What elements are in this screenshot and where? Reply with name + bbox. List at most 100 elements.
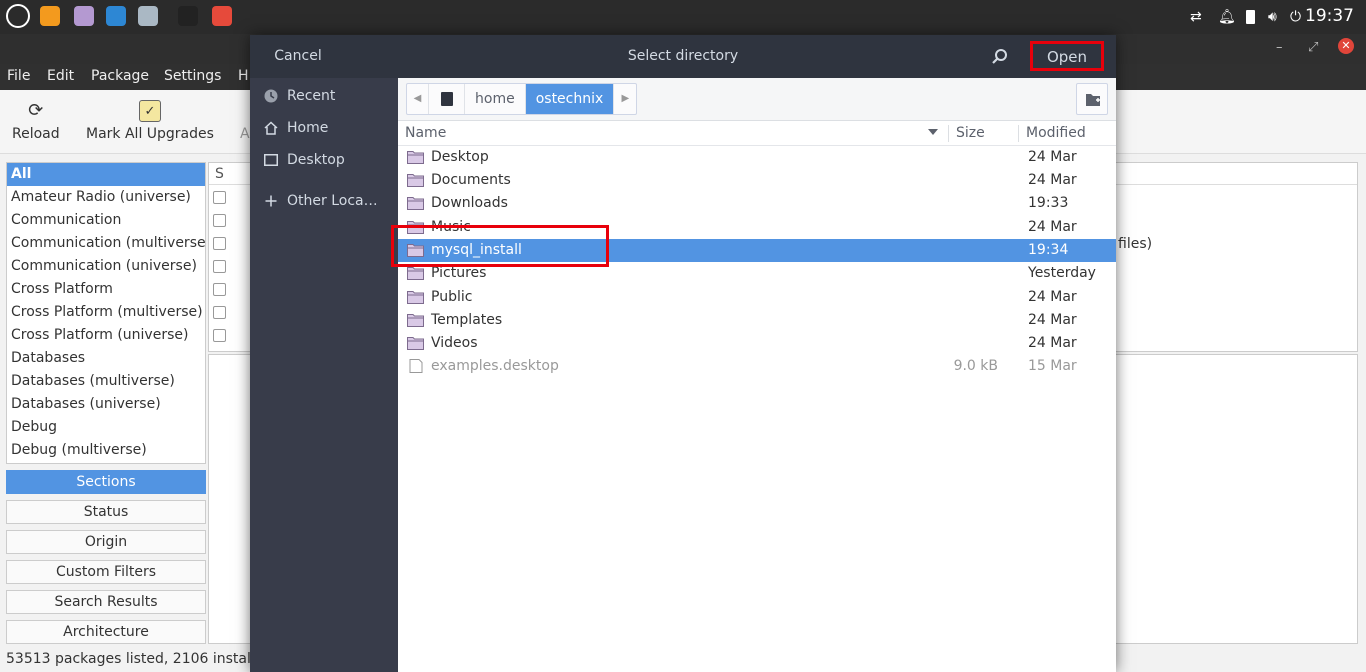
synaptic-download-icon[interactable] <box>212 6 232 26</box>
section-item[interactable]: Cross Platform (universe) <box>7 324 205 347</box>
file-name: Pictures <box>431 265 487 281</box>
top-panel: ⇄ 🔔︎ 🔊︎ ⏻ 19:37 <box>0 0 1366 34</box>
section-item[interactable]: Cross Platform <box>7 278 205 301</box>
table-row[interactable] <box>209 324 249 347</box>
package-checkbox[interactable] <box>213 283 226 296</box>
status-column-header[interactable]: S <box>215 166 224 182</box>
files-icon[interactable] <box>74 6 94 26</box>
minimize-icon[interactable]: – <box>1276 40 1283 55</box>
file-modified: 19:33 <box>1028 195 1069 211</box>
clock[interactable]: 19:37 <box>1305 6 1354 26</box>
section-item[interactable]: Amateur Radio (universe) <box>7 186 205 209</box>
bell-icon[interactable]: 🔔︎ <box>1218 8 1236 26</box>
dialog-header: Cancel Select directory Open <box>250 35 1116 78</box>
place-other-locations[interactable]: Other Loca… <box>250 185 398 217</box>
size-column-header[interactable]: Size <box>956 125 985 141</box>
section-item[interactable]: Debug (multiverse) <box>7 439 205 462</box>
section-item[interactable]: Cross Platform (multiverse) <box>7 301 205 324</box>
file-modified: 24 Mar <box>1028 335 1077 351</box>
search-button[interactable] <box>988 45 1012 69</box>
open-button[interactable]: Open <box>1030 41 1104 71</box>
list-item[interactable]: examples.desktop 9.0 kB 15 Mar <box>398 355 1116 378</box>
ubuntu-logo-icon[interactable] <box>6 4 30 28</box>
section-item[interactable]: Databases <box>7 347 205 370</box>
folder-icon <box>407 221 424 234</box>
network-icon[interactable]: ⇄ <box>1190 8 1202 26</box>
path-crumb-ostechnix[interactable]: ostechnix <box>525 84 615 114</box>
place-recent[interactable]: Recent <box>250 80 398 112</box>
filter-button-search-results[interactable]: Search Results <box>6 590 206 614</box>
menu-help[interactable]: H <box>238 68 249 84</box>
file-name: Templates <box>431 312 503 328</box>
firefox-icon[interactable] <box>40 6 60 26</box>
filter-button-sections[interactable]: Sections <box>6 470 206 494</box>
menu-settings[interactable]: Settings <box>164 68 221 84</box>
list-item[interactable]: Downloads 19:33 <box>398 192 1116 215</box>
file-name: Downloads <box>431 195 508 211</box>
filter-button-custom-filters[interactable]: Custom Filters <box>6 560 206 584</box>
table-row[interactable] <box>209 209 249 232</box>
place-home[interactable]: Home <box>250 112 398 144</box>
volume-icon[interactable]: 🔊︎ <box>1268 8 1277 26</box>
section-item[interactable]: Communication (universe) <box>7 255 205 278</box>
screenshot-icon[interactable] <box>138 6 158 26</box>
name-column-header[interactable]: Name <box>405 125 446 141</box>
folder-icon <box>407 151 424 164</box>
list-item[interactable]: Pictures Yesterday <box>398 262 1116 285</box>
file-modified: 24 Mar <box>1028 312 1077 328</box>
table-row[interactable] <box>209 278 249 301</box>
path-root-button[interactable] <box>429 84 465 114</box>
path-scroll-right-button[interactable]: ▶ <box>614 84 636 114</box>
place-desktop[interactable]: Desktop <box>250 144 398 176</box>
section-item[interactable]: Communication (multiverse) <box>7 232 205 255</box>
file-browser-pane: ◀ home ostechnix ▶ Name Size Modified De… <box>398 78 1116 672</box>
list-item[interactable]: Documents 24 Mar <box>398 169 1116 192</box>
table-row[interactable] <box>209 255 249 278</box>
section-item[interactable]: All <box>7 163 205 186</box>
reload-button[interactable]: ⟳ Reload <box>12 100 60 142</box>
table-row[interactable] <box>209 301 249 324</box>
path-crumb-home[interactable]: home <box>465 84 526 114</box>
table-row[interactable] <box>209 186 249 209</box>
list-item[interactable]: Desktop 24 Mar <box>398 146 1116 169</box>
menu-file[interactable]: File <box>7 68 30 84</box>
terminal-icon[interactable] <box>178 6 198 26</box>
file-name: Documents <box>431 172 511 188</box>
menu-package[interactable]: Package <box>91 68 149 84</box>
maximize-icon[interactable]: ⤢ <box>1308 40 1318 55</box>
text-editor-icon[interactable] <box>106 6 126 26</box>
close-icon[interactable]: ✕ <box>1338 38 1354 54</box>
power-icon[interactable]: ⏻ <box>1290 8 1301 26</box>
cancel-button[interactable]: Cancel <box>260 41 336 71</box>
package-checkbox[interactable] <box>213 214 226 227</box>
package-checkbox[interactable] <box>213 260 226 273</box>
menu-edit[interactable]: Edit <box>47 68 74 84</box>
package-checkbox[interactable] <box>213 237 226 250</box>
apply-button[interactable]: A <box>240 126 250 142</box>
table-row[interactable] <box>209 232 249 255</box>
list-item[interactable]: Videos 24 Mar <box>398 332 1116 355</box>
filter-button-status[interactable]: Status <box>6 500 206 524</box>
file-name: mysql_install <box>431 242 522 258</box>
new-folder-button[interactable] <box>1076 83 1108 115</box>
list-item[interactable]: mysql_install 19:34 <box>398 239 1116 262</box>
list-item[interactable]: Templates 24 Mar <box>398 309 1116 332</box>
section-item[interactable]: Communication <box>7 209 205 232</box>
section-item[interactable]: Databases (multiverse) <box>7 370 205 393</box>
battery-icon[interactable] <box>1246 10 1255 24</box>
filter-button-architecture[interactable]: Architecture <box>6 620 206 644</box>
package-checkbox[interactable] <box>213 329 226 342</box>
filter-button-origin[interactable]: Origin <box>6 530 206 554</box>
section-item[interactable]: Debug <box>7 416 205 439</box>
list-item[interactable]: Public 24 Mar <box>398 286 1116 309</box>
path-scroll-left-button[interactable]: ◀ <box>407 84 429 114</box>
list-item[interactable]: Music 24 Mar <box>398 216 1116 239</box>
package-checkbox[interactable] <box>213 306 226 319</box>
section-item[interactable]: Databases (universe) <box>7 393 205 416</box>
mark-all-upgrades-button[interactable]: ✓ Mark All Upgrades <box>86 100 214 142</box>
modified-column-header[interactable]: Modified <box>1026 125 1086 141</box>
mark-upgrades-icon: ✓ <box>138 100 161 122</box>
package-checkbox[interactable] <box>213 191 226 204</box>
folder-icon <box>407 244 424 257</box>
file-modified: 24 Mar <box>1028 172 1077 188</box>
